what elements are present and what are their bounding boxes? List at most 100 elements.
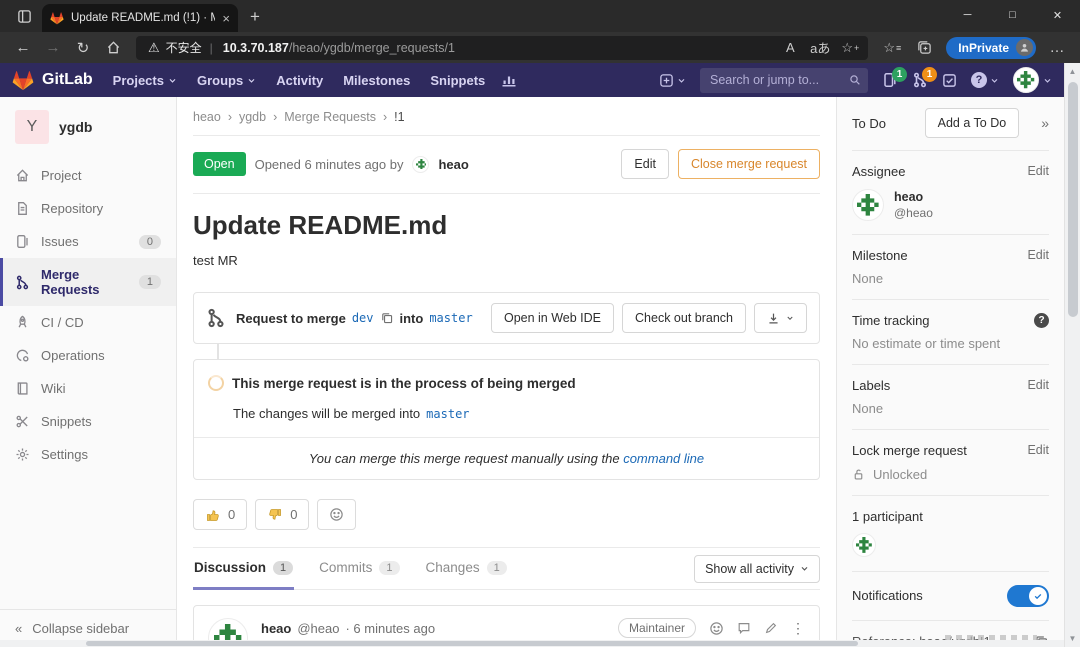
scroll-up-arrow[interactable]: ▲ xyxy=(1069,63,1077,80)
tab-label: Discussion xyxy=(194,560,266,575)
thumbs-down-button[interactable]: 0 xyxy=(255,499,309,530)
browser-tab[interactable]: Update README.md (!1) · Merge × xyxy=(42,4,238,32)
add-reaction-icon[interactable] xyxy=(709,621,724,636)
edit-labels-link[interactable]: Edit xyxy=(1027,378,1049,393)
close-window-button[interactable]: ✕ xyxy=(1035,0,1080,30)
sidebar-item-wiki[interactable]: Wiki xyxy=(0,372,176,405)
edit-lock-link[interactable]: Edit xyxy=(1027,443,1049,458)
sidebar-item-repository[interactable]: Repository xyxy=(0,192,176,225)
read-aloud-icon[interactable]: A xyxy=(776,37,804,59)
participant-avatar[interactable] xyxy=(852,533,876,557)
home-button[interactable] xyxy=(100,36,126,60)
new-menu-button[interactable] xyxy=(659,73,686,88)
nav-snippets[interactable]: Snippets xyxy=(430,73,485,88)
new-tab-button[interactable]: + xyxy=(250,7,260,27)
edit-assignee-link[interactable]: Edit xyxy=(1027,164,1049,179)
mr-tabs: Discussion 1 Commits 1 Changes 1 Show xyxy=(193,547,820,590)
tab-commits[interactable]: Commits 1 xyxy=(318,548,400,590)
sidebar-item-project[interactable]: Project xyxy=(0,159,176,192)
close-merge-request-button[interactable]: Close merge request xyxy=(678,149,820,179)
thumbs-up-button[interactable]: 0 xyxy=(193,499,247,530)
breadcrumb-item[interactable]: Merge Requests xyxy=(284,110,376,124)
nav-projects[interactable]: Projects xyxy=(113,73,177,88)
sidebar-item-merge-requests[interactable]: Merge Requests 1 xyxy=(0,258,176,306)
breadcrumb-item[interactable]: ygdb xyxy=(239,110,266,124)
sidebar-item-label: Project xyxy=(41,168,81,183)
loading-spinner-icon xyxy=(208,375,224,391)
help-menu-button[interactable]: ? xyxy=(971,72,999,88)
assignee-label: Assignee xyxy=(852,164,905,179)
target-branch-link[interactable]: master xyxy=(426,407,469,421)
minimize-button[interactable]: ─ xyxy=(945,0,990,30)
tab-count: 1 xyxy=(273,561,293,575)
refresh-button[interactable]: ↻ xyxy=(70,36,96,60)
tab-workspaces-icon[interactable] xyxy=(10,2,38,30)
scrollbar-thumb[interactable] xyxy=(86,641,858,646)
time-tracking-value: No estimate or time spent xyxy=(852,336,1049,351)
search-input[interactable] xyxy=(700,68,868,93)
help-icon[interactable]: ? xyxy=(1034,313,1049,328)
nav-groups[interactable]: Groups xyxy=(197,73,256,88)
sidebar-item-operations[interactable]: Operations xyxy=(0,339,176,372)
reply-comment-icon[interactable] xyxy=(737,621,751,635)
collapse-aside-icon[interactable]: » xyxy=(1031,115,1049,131)
more-actions-icon[interactable]: ⋮ xyxy=(791,620,805,637)
forward-button[interactable]: → xyxy=(40,36,66,60)
translate-icon[interactable]: aあ xyxy=(806,37,834,59)
author-name[interactable]: heao xyxy=(438,157,468,172)
inprivate-badge[interactable]: InPrivate xyxy=(946,37,1036,59)
edit-milestone-link[interactable]: Edit xyxy=(1027,248,1049,263)
target-branch-link[interactable]: master xyxy=(429,311,472,325)
add-emoji-button[interactable] xyxy=(317,499,356,530)
breadcrumb-item-current[interactable]: !1 xyxy=(394,110,404,124)
user-menu-button[interactable] xyxy=(1013,67,1052,93)
breadcrumb-separator: › xyxy=(273,110,277,124)
star-icon: ☆ xyxy=(883,40,895,56)
project-header[interactable]: Y ygdb xyxy=(0,97,176,159)
command-line-link[interactable]: command line xyxy=(623,451,704,466)
merge-requests-counter[interactable]: 1 xyxy=(912,72,928,88)
breadcrumb-item[interactable]: heao xyxy=(193,110,221,124)
horizontal-scrollbar[interactable] xyxy=(0,640,1064,647)
analytics-chart-icon[interactable] xyxy=(501,72,517,88)
edit-comment-icon[interactable] xyxy=(764,621,778,635)
sidebar-item-settings[interactable]: Settings xyxy=(0,438,176,471)
open-web-ide-button[interactable]: Open in Web IDE xyxy=(491,303,614,333)
checkout-branch-button[interactable]: Check out branch xyxy=(622,303,746,333)
tab-discussion[interactable]: Discussion 1 xyxy=(193,548,294,590)
copy-branch-icon[interactable] xyxy=(380,311,394,325)
favorites-bar-icon[interactable]: ☆≡ xyxy=(878,37,906,59)
gitlab-logo[interactable]: GitLab xyxy=(12,69,93,91)
sidebar-item-snippets[interactable]: Snippets xyxy=(0,405,176,438)
download-dropdown-button[interactable] xyxy=(754,303,807,333)
assignee-avatar[interactable] xyxy=(852,189,884,221)
nav-milestones[interactable]: Milestones xyxy=(343,73,410,88)
tab-close-icon[interactable]: × xyxy=(222,11,230,26)
notifications-toggle[interactable] xyxy=(1007,585,1049,607)
tab-changes[interactable]: Changes 1 xyxy=(425,548,508,590)
todos-button[interactable] xyxy=(942,73,957,88)
source-branch-link[interactable]: dev xyxy=(352,311,374,325)
add-todo-button[interactable]: Add a To Do xyxy=(925,108,1020,138)
assignee-name[interactable]: heao xyxy=(894,190,933,204)
sidebar-item-issues[interactable]: Issues 0 xyxy=(0,225,176,258)
show-all-activity-button[interactable]: Show all activity xyxy=(694,555,820,583)
maximize-button[interactable]: □ xyxy=(990,0,1035,30)
address-bar[interactable]: ⚠ 不安全 | 10.3.70.187 /heao/ygdb/merge_req… xyxy=(136,36,868,60)
assignee-handle: @heao xyxy=(894,206,933,220)
sidebar-item-label: Wiki xyxy=(41,381,66,396)
scrollbar-thumb[interactable] xyxy=(1068,82,1078,317)
browser-menu-icon[interactable]: … xyxy=(1044,36,1070,60)
sidebar-item-cicd[interactable]: CI / CD xyxy=(0,306,176,339)
back-button[interactable]: ← xyxy=(10,36,36,60)
comment-timestamp[interactable]: · 6 minutes ago xyxy=(345,621,435,636)
edit-button[interactable]: Edit xyxy=(621,149,669,179)
nav-activity[interactable]: Activity xyxy=(276,73,323,88)
issues-counter[interactable]: 1 xyxy=(882,72,898,88)
collections-icon[interactable] xyxy=(910,37,938,59)
scroll-down-arrow[interactable]: ▼ xyxy=(1069,630,1077,647)
commenter-name[interactable]: heao xyxy=(261,621,291,636)
mr-status-header: Open Opened 6 minutes ago by heao Edit C… xyxy=(193,136,820,194)
vertical-scrollbar[interactable]: ▲ ▼ xyxy=(1064,63,1080,647)
add-favorite-icon[interactable]: ☆+ xyxy=(836,37,864,59)
